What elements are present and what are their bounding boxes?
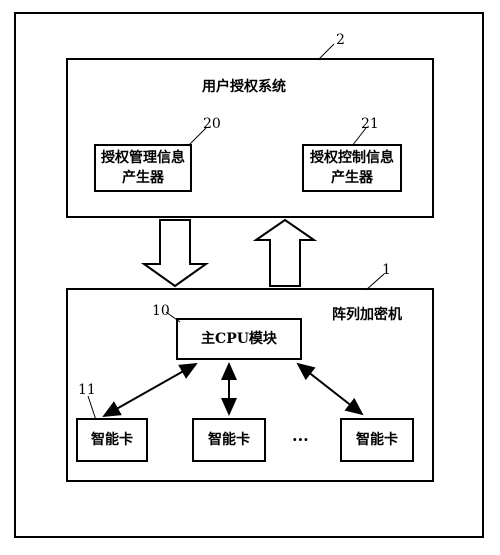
- smart-card-ref-leader: [87, 395, 97, 421]
- array-ref-leader: [365, 273, 385, 291]
- up-block-arrow: [252, 218, 318, 287]
- connector-layer: [87, 43, 385, 421]
- down-block-arrow: [140, 219, 210, 288]
- system-ref-leader: [317, 43, 335, 61]
- cpu-ref-leader: [165, 311, 181, 323]
- auth-management-ref-leader: [187, 127, 207, 147]
- auth-control-ref-leader: [351, 127, 367, 147]
- cpu-card1-arrow: [102, 363, 198, 417]
- cpu-card3-arrow: [296, 362, 364, 416]
